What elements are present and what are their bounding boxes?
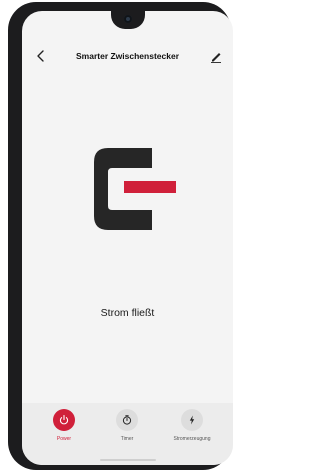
energy-label: Stromerzeugung	[173, 436, 211, 442]
lightning-icon	[181, 409, 203, 431]
power-button[interactable]: Power	[34, 409, 94, 442]
brand-logo-icon	[94, 148, 176, 230]
timer-label: Timer	[120, 436, 134, 442]
bottom-action-bar: Power Timer Stromerzeugung	[22, 403, 233, 465]
page-title: Smarter Zwischenstecker	[76, 51, 179, 61]
home-indicator[interactable]	[99, 459, 156, 461]
phone-frame: Smarter Zwischenstecker Strom fließt Pow…	[8, 2, 233, 470]
app-header: Smarter Zwischenstecker	[22, 47, 233, 67]
app-screen: Smarter Zwischenstecker Strom fließt Pow…	[22, 11, 233, 465]
power-icon	[53, 409, 75, 431]
edit-pencil-icon[interactable]	[209, 49, 223, 63]
energy-button[interactable]: Stromerzeugung	[162, 409, 222, 442]
front-camera	[123, 15, 132, 23]
timer-button[interactable]: Timer	[97, 409, 157, 442]
power-status-text: Strom fließt	[100, 307, 155, 319]
timer-icon	[116, 409, 138, 431]
notch	[110, 11, 145, 29]
power-label: Power	[56, 436, 72, 442]
